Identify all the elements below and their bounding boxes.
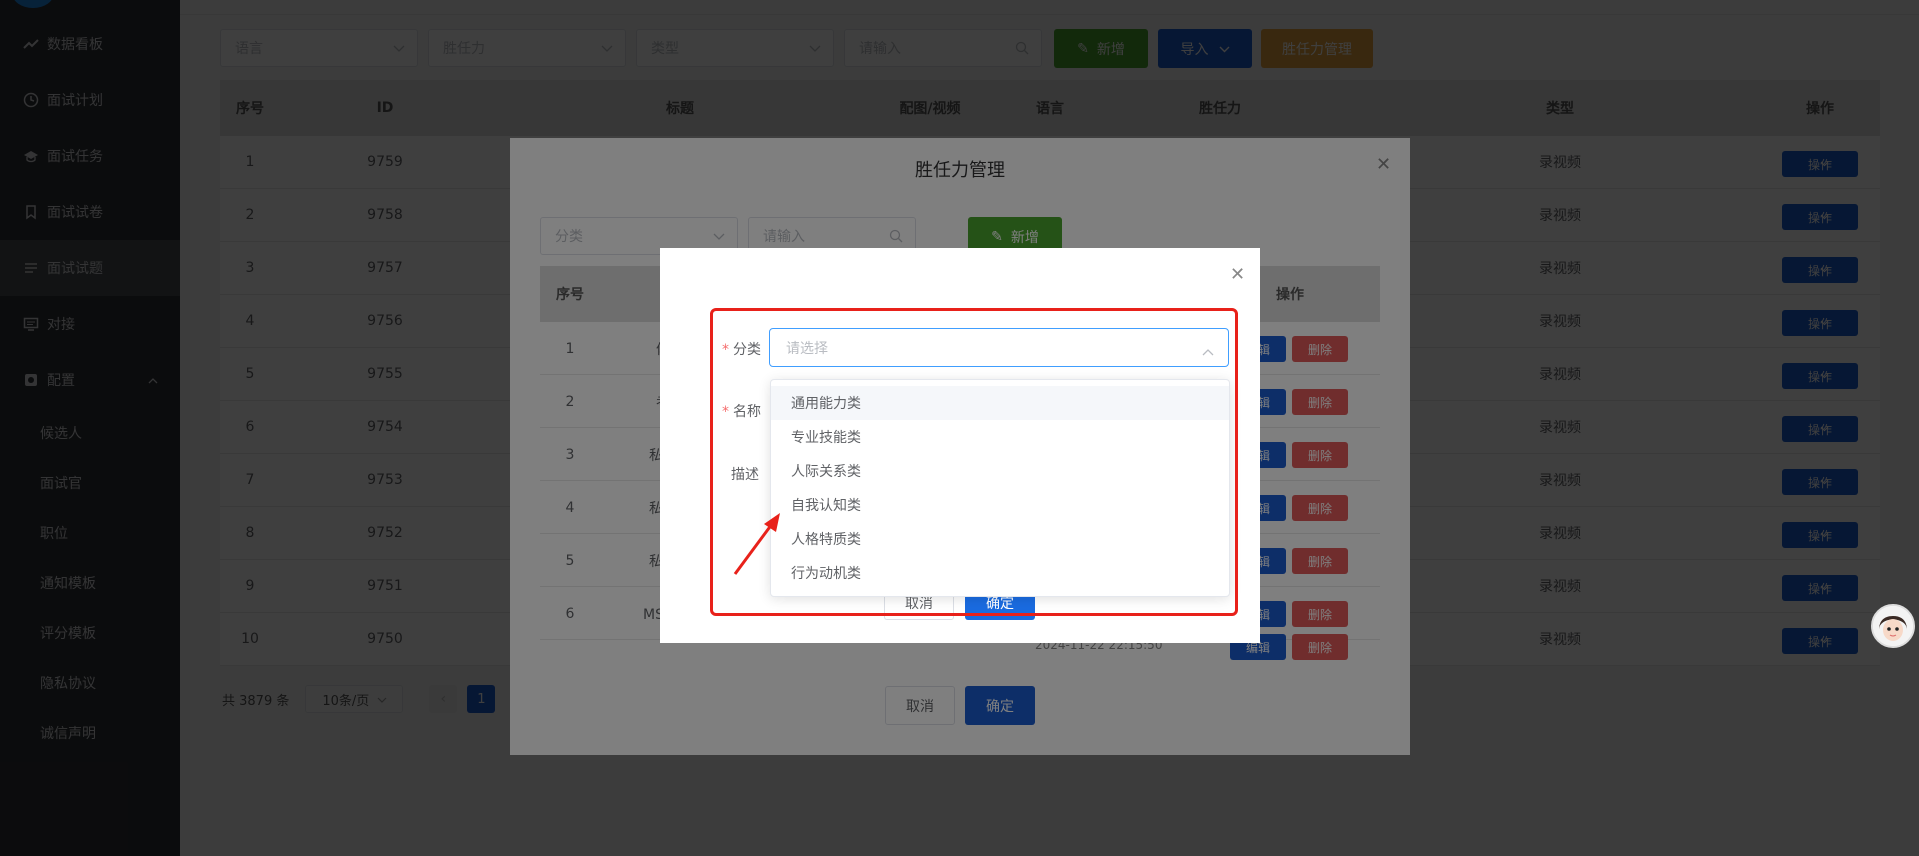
annotation-arrow-icon <box>733 513 780 575</box>
assistant-avatar[interactable] <box>1871 604 1915 648</box>
close-icon[interactable]: ✕ <box>1230 264 1245 285</box>
